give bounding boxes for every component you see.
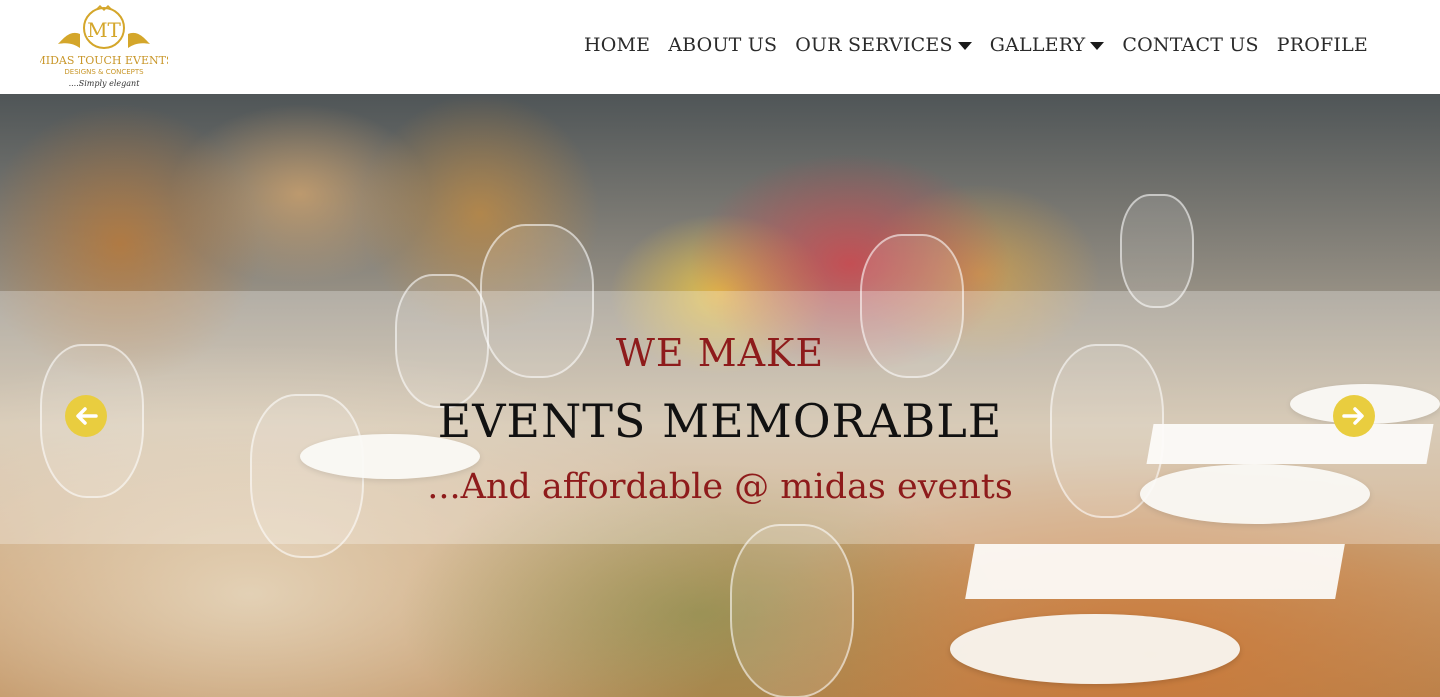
- nav-home-label: HOME: [583, 34, 651, 56]
- logo-monogram: MT: [87, 18, 121, 42]
- hero-line-1: WE MAKE: [615, 331, 825, 375]
- nav-about-us[interactable]: ABOUT US: [668, 34, 777, 56]
- nav-contact-us-label: CONTACT US: [1122, 34, 1259, 56]
- site-header: MT MIDAS TOUCH EVENTS DESIGNS & CONCEPTS…: [0, 0, 1440, 94]
- nav-gallery[interactable]: GALLERY: [990, 34, 1105, 56]
- logo-name: MIDAS TOUCH EVENTS: [40, 54, 168, 67]
- nav-about-us-label: ABOUT US: [668, 34, 778, 56]
- nav-our-services-label: OUR SERVICES: [795, 34, 953, 56]
- main-nav: HOME ABOUT US OUR SERVICES GALLERY CONTA…: [584, 34, 1368, 56]
- caret-down-icon: [957, 42, 972, 50]
- arrow-left-icon: [76, 407, 98, 425]
- hero-line-3: ...And affordable @ midas events: [427, 467, 1013, 507]
- nav-home[interactable]: HOME: [584, 34, 650, 56]
- nav-contact-us[interactable]: CONTACT US: [1122, 34, 1258, 56]
- logo-tagline: ....Simply elegant: [69, 79, 141, 88]
- logo-subtitle: DESIGNS & CONCEPTS: [64, 68, 144, 76]
- hero-slider: WE MAKE EVENTS MEMORABLE ...And affordab…: [0, 94, 1440, 697]
- nav-profile[interactable]: PROFILE: [1277, 34, 1368, 56]
- hero-caption: WE MAKE EVENTS MEMORABLE ...And affordab…: [0, 291, 1440, 544]
- hero-line-2: EVENTS MEMORABLE: [437, 394, 1003, 448]
- slider-prev-button[interactable]: [65, 395, 107, 437]
- site-logo[interactable]: MT MIDAS TOUCH EVENTS DESIGNS & CONCEPTS…: [40, 4, 168, 90]
- arrow-right-icon: [1342, 407, 1364, 425]
- nav-our-services[interactable]: OUR SERVICES: [795, 34, 972, 56]
- slider-next-button[interactable]: [1333, 395, 1375, 437]
- nav-gallery-label: GALLERY: [989, 34, 1086, 56]
- nav-profile-label: PROFILE: [1276, 34, 1368, 56]
- caret-down-icon: [1090, 42, 1105, 50]
